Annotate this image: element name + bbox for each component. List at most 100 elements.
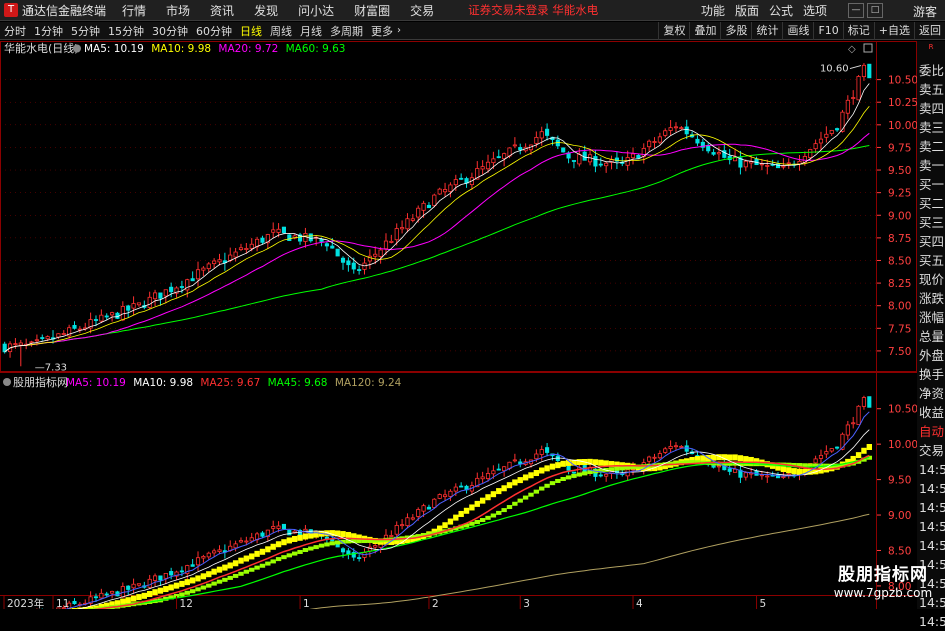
ribbon-step-yellow <box>163 586 168 592</box>
sidebar-item: 卖一 <box>917 156 945 175</box>
maximize-icon[interactable]: □ <box>867 3 883 18</box>
tool-mark[interactable]: 标记 <box>843 22 874 40</box>
ribbon-step-yellow <box>152 589 157 595</box>
period-more[interactable]: 更多 <box>371 23 393 39</box>
chevron-right-icon[interactable]: › <box>397 25 401 36</box>
menu-options[interactable]: 选项 <box>803 2 827 19</box>
ribbon-step-green <box>260 564 265 568</box>
candle-body <box>422 506 425 511</box>
ma20-label: MA20: 9.72 <box>218 43 278 55</box>
guest-user[interactable]: 游客 <box>913 3 937 20</box>
high-price-pointer <box>850 66 861 69</box>
candle-body <box>830 130 833 133</box>
sub-indicator-toggle-icon[interactable] <box>3 378 11 386</box>
menu-market[interactable]: 市场 <box>166 2 190 19</box>
sub-chart-title: 股朋指标网 <box>13 375 68 389</box>
menu-function[interactable]: 功能 <box>701 2 725 19</box>
price-tick-label: 9.50 <box>888 165 911 177</box>
candle-body <box>680 128 683 129</box>
tool-draw[interactable]: 画线 <box>782 22 813 40</box>
candle-body <box>196 558 199 565</box>
period-daily[interactable]: 日线 <box>240 23 262 39</box>
candle-body <box>846 100 849 113</box>
candle-body <box>680 446 683 447</box>
kline-chart[interactable]: 华能水电(日线) MA5: 10.19 MA10: 9.98 MA20: 9.7… <box>0 41 917 609</box>
ribbon-step-yellow <box>577 459 582 465</box>
candle-body <box>562 148 565 152</box>
candle-body <box>320 239 323 241</box>
period-5min[interactable]: 5分钟 <box>71 23 100 39</box>
tool-adjust[interactable]: 复权 <box>658 22 689 40</box>
watermark-url: www.7gpzb.com <box>827 585 939 601</box>
diamond-icon[interactable]: ◇ <box>848 44 856 55</box>
menu-trade[interactable]: 交易 <box>410 2 434 19</box>
menu-ask[interactable]: 问小达 <box>298 2 334 19</box>
ribbon-step-green <box>534 490 539 494</box>
ribbon-step-green <box>195 587 200 591</box>
time-tick-label: 11 <box>56 598 69 609</box>
menu-discover[interactable]: 发现 <box>254 2 278 19</box>
menu-news[interactable]: 资讯 <box>210 2 234 19</box>
candle-body <box>852 423 855 424</box>
ribbon-step-green <box>249 568 254 572</box>
period-60min[interactable]: 60分钟 <box>196 23 232 39</box>
main-chart-title: 华能水电(日线) <box>4 41 79 55</box>
login-notice[interactable]: 证券交易未登录 华能水电 <box>468 2 598 18</box>
tool-multistock[interactable]: 多股 <box>720 22 751 40</box>
price-axis: 7.507.758.008.258.508.759.009.259.509.75… <box>877 75 917 593</box>
menu-layout[interactable]: 版面 <box>735 2 759 19</box>
candle-body <box>492 159 495 163</box>
ribbon-step-green <box>185 591 190 595</box>
candle-body <box>191 279 194 281</box>
candle-body <box>669 128 672 131</box>
period-weekly[interactable]: 周线 <box>270 23 292 39</box>
ribbon-step-green <box>201 586 206 590</box>
menu-quotes[interactable]: 行情 <box>122 2 146 19</box>
ribbon-step-yellow <box>297 535 302 541</box>
candle-body <box>653 457 656 458</box>
candle-body <box>110 313 113 315</box>
period-monthly[interactable]: 月线 <box>300 23 322 39</box>
ribbon-step-green <box>206 584 211 588</box>
ma60-label: MA60: 9.63 <box>286 43 346 55</box>
candle-body <box>825 134 828 137</box>
menu-wealth[interactable]: 财富圈 <box>354 2 390 19</box>
tool-back[interactable]: 返回 <box>914 22 945 40</box>
candle-body <box>658 454 661 458</box>
sidebar-item: 14:56 <box>917 498 945 517</box>
sidebar-item[interactable]: 交易 <box>917 441 945 460</box>
tool-f10[interactable]: F10 <box>813 22 842 40</box>
price-tick-label: 8.00 <box>888 301 911 313</box>
panel-maximize-icon[interactable] <box>864 44 872 52</box>
candle-body <box>497 157 500 158</box>
menu-formula[interactable]: 公式 <box>769 2 793 19</box>
ribbon-step-yellow <box>174 583 179 589</box>
ribbon-step-yellow <box>222 565 227 571</box>
period-multi[interactable]: 多周期 <box>330 23 363 39</box>
period-intraday[interactable]: 分时 <box>4 23 26 39</box>
candle-body <box>347 261 350 265</box>
candle-body <box>846 425 849 435</box>
ribbon-step-yellow <box>211 569 216 575</box>
period-30min[interactable]: 30分钟 <box>152 23 188 39</box>
ma5-line <box>5 84 870 352</box>
minimize-icon[interactable]: — <box>848 3 864 18</box>
candle-body <box>852 98 855 99</box>
ribbon-step-yellow <box>244 556 249 562</box>
candle-body <box>121 306 124 320</box>
period-1min[interactable]: 1分钟 <box>34 23 63 39</box>
tool-overlay[interactable]: 叠加 <box>689 22 720 40</box>
candle-body <box>868 64 871 78</box>
tool-add-watchlist[interactable]: +自选 <box>874 22 914 40</box>
candle-body <box>481 167 484 169</box>
indicator-toggle-icon[interactable] <box>73 45 81 53</box>
sidebar-item: 14:56 <box>917 517 945 536</box>
candle-body <box>664 449 667 453</box>
period-15min[interactable]: 15分钟 <box>108 23 144 39</box>
ribbon-step-yellow <box>593 459 598 465</box>
tool-stats[interactable]: 统计 <box>751 22 782 40</box>
candle-body <box>411 518 414 519</box>
ribbon-step-yellow <box>475 501 480 507</box>
sidebar-item[interactable]: 自动 <box>917 422 945 441</box>
candle-body <box>170 287 173 292</box>
